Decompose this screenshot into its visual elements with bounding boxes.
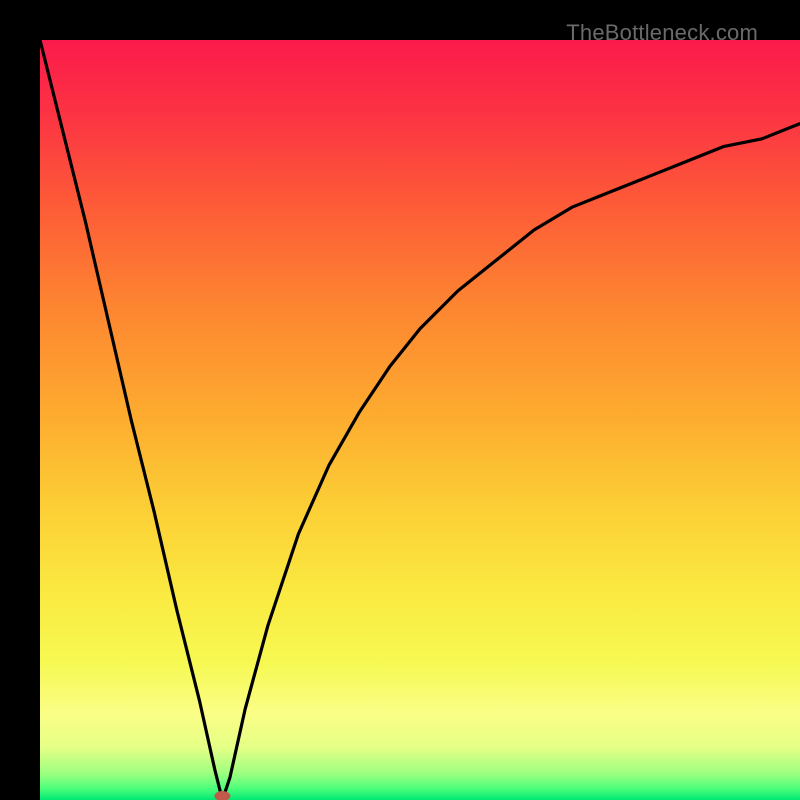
chart-frame: TheBottleneck.com [0, 0, 800, 800]
chart-background [40, 40, 800, 800]
chart-svg [40, 40, 800, 800]
watermark-text: TheBottleneck.com [566, 20, 758, 46]
